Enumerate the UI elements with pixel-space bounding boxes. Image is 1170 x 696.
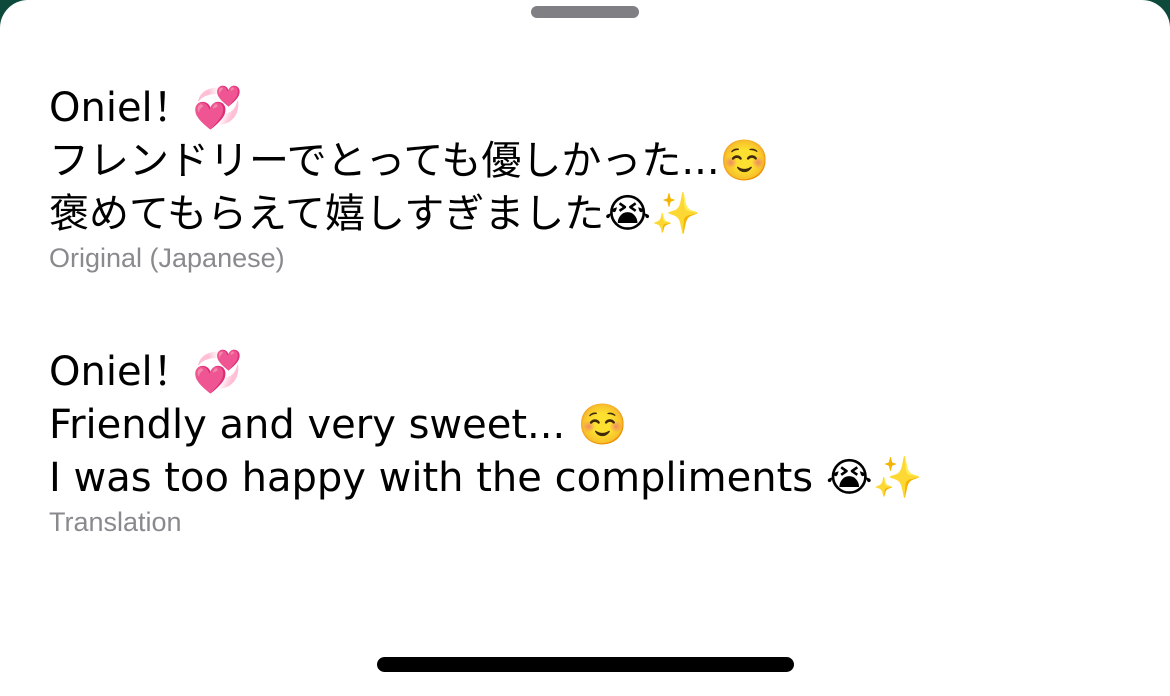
original-line-2: フレンドリーでとっても優しかった...☺️ <box>49 138 770 184</box>
translation-text-block: Oniel！💞 Friendly and very sweet... ☺️ I … <box>49 346 1129 538</box>
translation-line-1: Oniel！💞 <box>49 349 243 395</box>
original-line-3: 褒めてもらえて嬉しすぎました😭✨ <box>49 191 701 237</box>
translation-line-2: Friendly and very sweet... ☺️ <box>49 402 628 448</box>
translation-label: Translation <box>49 507 182 537</box>
original-language-label: Original (Japanese) <box>49 243 285 273</box>
original-line-1: Oniel！💞 <box>49 85 243 131</box>
translation-sheet: Oniel！💞 フレンドリーでとっても優しかった...☺️ 褒めてもらえて嬉しす… <box>0 0 1170 696</box>
home-indicator[interactable] <box>377 657 794 672</box>
original-text-block: Oniel！💞 フレンドリーでとっても優しかった...☺️ 褒めてもらえて嬉しす… <box>49 82 1129 274</box>
sheet-grabber-handle[interactable] <box>531 6 639 18</box>
translation-line-3: I was too happy with the compliments 😭✨ <box>49 455 923 501</box>
